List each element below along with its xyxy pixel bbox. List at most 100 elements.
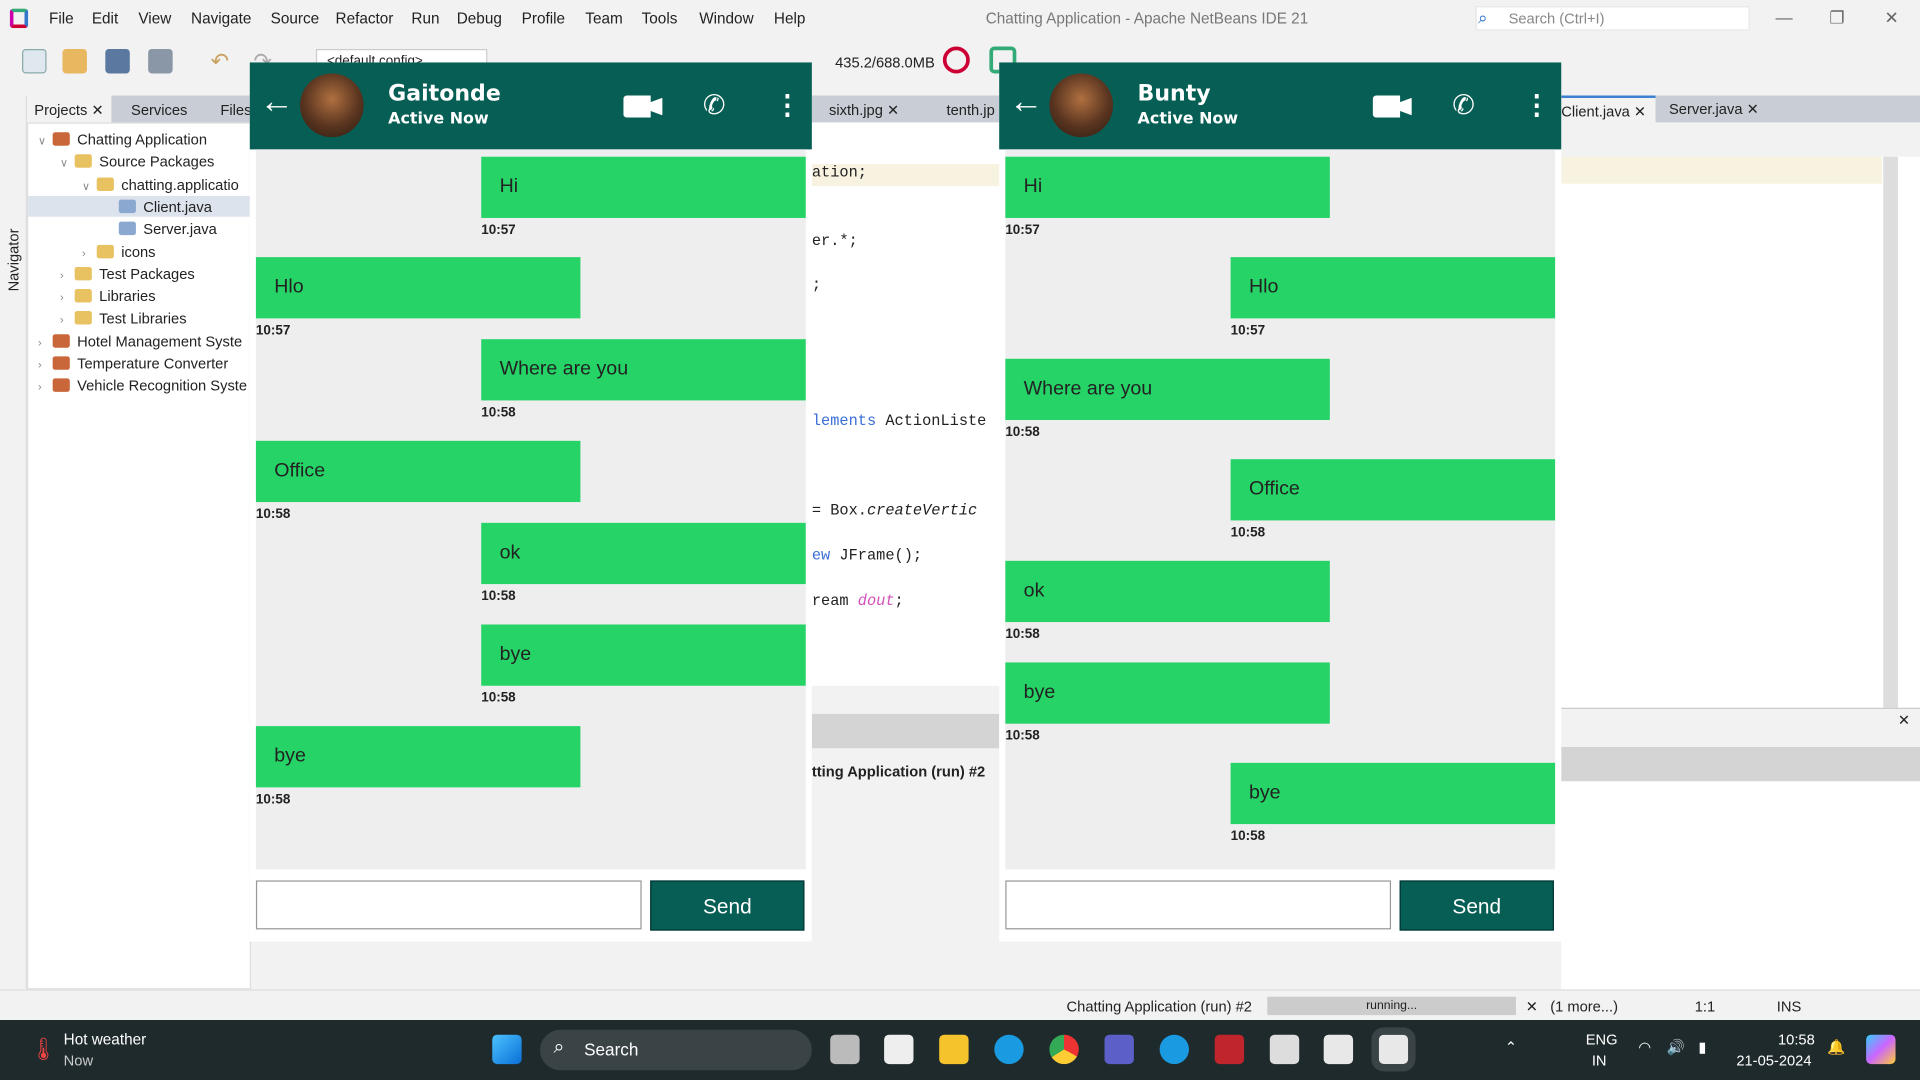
- volume-icon[interactable]: 🔊: [1667, 1038, 1685, 1055]
- lang-line1[interactable]: ENG: [1586, 1031, 1618, 1048]
- task-view-icon[interactable]: [830, 1034, 860, 1065]
- clock-time[interactable]: 10:58: [1778, 1031, 1815, 1048]
- restore-button[interactable]: ❐: [1829, 7, 1844, 28]
- profile-icon[interactable]: [942, 46, 970, 74]
- new-project-icon[interactable]: [62, 48, 87, 74]
- menu-help[interactable]: Help: [774, 10, 805, 27]
- java-icon[interactable]: [1323, 1034, 1354, 1065]
- tab-files[interactable]: Files: [220, 102, 251, 119]
- avatar[interactable]: [300, 73, 364, 138]
- tab-sixth-jpg[interactable]: sixth.jpg ✕: [829, 102, 899, 119]
- battery-icon[interactable]: ▮: [1698, 1038, 1706, 1055]
- notification-icon[interactable]: 🔔: [1827, 1038, 1845, 1055]
- memory-indicator[interactable]: 435.2/688.0MB: [835, 54, 935, 71]
- file-explorer-icon[interactable]: [939, 1034, 969, 1065]
- scrollbar[interactable]: [1883, 156, 1898, 745]
- chat-window: ← Gaitonde Active Now ✆ ⋮ Hi 10:57 Hlo 10:57 Wher…: [249, 62, 812, 942]
- store-icon[interactable]: [884, 1034, 914, 1065]
- copilot-icon[interactable]: [1866, 1034, 1896, 1065]
- tree-item[interactable]: › Libraries: [60, 288, 156, 305]
- navigator-tab[interactable]: Navigator: [5, 229, 22, 292]
- tab-projects[interactable]: Projects ✕: [26, 95, 112, 123]
- tree-item[interactable]: › Temperature Converter: [38, 355, 228, 372]
- tree-item[interactable]: Client.java: [104, 198, 212, 215]
- chevron-up-icon[interactable]: ⌃: [1505, 1038, 1517, 1055]
- search-input[interactable]: Search (Ctrl+I): [1475, 6, 1750, 31]
- message-input[interactable]: [255, 880, 642, 930]
- tree-item[interactable]: Server.java: [104, 221, 217, 238]
- tree-item[interactable]: › Vehicle Recognition Syste: [38, 378, 247, 395]
- tree-item[interactable]: ∨ Chatting Application: [38, 131, 207, 148]
- tree-item[interactable]: ∨ chatting.applicatio: [82, 176, 239, 193]
- menu-run[interactable]: Run: [411, 10, 439, 27]
- mcafee-icon[interactable]: [1214, 1034, 1245, 1065]
- running-task[interactable]: Chatting Application (run) #2: [1067, 998, 1252, 1015]
- tab-client-java[interactable]: Client.java ✕: [1561, 95, 1656, 123]
- video-call-icon[interactable]: [623, 95, 663, 118]
- send-button[interactable]: Send: [1399, 880, 1554, 931]
- close-button[interactable]: ✕: [1885, 7, 1899, 28]
- teams-icon[interactable]: [1104, 1034, 1134, 1065]
- expand-chevron-icon[interactable]: ›: [60, 269, 75, 281]
- send-button[interactable]: Send: [650, 880, 805, 931]
- new-file-icon[interactable]: [22, 48, 47, 74]
- java-icon-active[interactable]: [1371, 1027, 1416, 1072]
- phone-icon[interactable]: ✆: [1452, 89, 1475, 121]
- open-project-icon[interactable]: [105, 48, 130, 74]
- message-list[interactable]: Hi 10:57 Hlo 10:57 Where are you 10:58 Office 1…: [255, 149, 806, 870]
- expand-chevron-icon[interactable]: ∨: [60, 157, 75, 170]
- menu-navigate[interactable]: Navigate: [191, 10, 251, 27]
- avatar[interactable]: [1049, 73, 1114, 138]
- expand-chevron-icon[interactable]: ∨: [82, 180, 97, 193]
- back-arrow-icon[interactable]: ←: [1009, 82, 1043, 121]
- tree-item[interactable]: › Test Packages: [60, 265, 195, 282]
- tab-services[interactable]: Services: [131, 102, 187, 119]
- expand-chevron-icon[interactable]: ›: [60, 314, 75, 326]
- tree-item[interactable]: › Test Libraries: [60, 310, 187, 327]
- wifi-icon[interactable]: ◠: [1638, 1038, 1651, 1055]
- weather-title[interactable]: Hot weather: [64, 1031, 147, 1048]
- phone-icon[interactable]: ✆: [703, 89, 726, 121]
- save-all-icon[interactable]: [148, 48, 173, 74]
- edge-icon[interactable]: [994, 1034, 1024, 1065]
- tree-item[interactable]: › icons: [82, 243, 155, 260]
- expand-chevron-icon[interactable]: ›: [82, 247, 97, 259]
- menu-tools[interactable]: Tools: [642, 10, 678, 27]
- taskbar-search[interactable]: Search: [540, 1029, 812, 1071]
- menu-edit[interactable]: Edit: [92, 10, 118, 27]
- minimize-button[interactable]: —: [1776, 7, 1793, 27]
- tree-item[interactable]: › Hotel Management Syste: [38, 333, 242, 350]
- video-call-icon[interactable]: [1372, 95, 1412, 118]
- tab-server-java[interactable]: Server.java ✕: [1669, 100, 1759, 117]
- expand-chevron-icon[interactable]: ›: [38, 381, 53, 393]
- menu-view[interactable]: View: [138, 10, 171, 27]
- code-editor[interactable]: ation; er.*; ; lements ActionListe = Box…: [811, 122, 1000, 686]
- menu-window[interactable]: Window: [699, 10, 753, 27]
- chrome-icon[interactable]: [1049, 1034, 1079, 1065]
- expand-chevron-icon[interactable]: ›: [60, 292, 75, 304]
- menu-debug[interactable]: Debug: [457, 10, 502, 27]
- message-input[interactable]: [1005, 880, 1392, 930]
- more-options-icon[interactable]: ⋮: [1523, 89, 1550, 121]
- menu-file[interactable]: File: [49, 10, 74, 27]
- menu-source[interactable]: Source: [271, 10, 320, 27]
- menu-profile[interactable]: Profile: [522, 10, 565, 27]
- tree-item[interactable]: ∨ Source Packages: [60, 153, 214, 170]
- undo-icon[interactable]: ↶: [211, 49, 235, 73]
- output-tab[interactable]: tting Application (run) #2: [812, 763, 985, 780]
- cancel-task-icon[interactable]: ✕: [1526, 998, 1538, 1015]
- more-options-icon[interactable]: ⋮: [774, 89, 801, 121]
- menu-team[interactable]: Team: [585, 10, 622, 27]
- menu-refactor[interactable]: Refactor: [336, 10, 394, 27]
- expand-chevron-icon[interactable]: ∨: [38, 135, 53, 148]
- tab-tenth-jpg[interactable]: tenth.jp: [947, 102, 995, 119]
- more-tasks[interactable]: (1 more...): [1550, 998, 1618, 1015]
- message-list[interactable]: Hi 10:57 Hlo 10:57 Where are you 10:58 Office 1…: [1005, 149, 1556, 870]
- netbeans-icon[interactable]: [1269, 1034, 1300, 1065]
- expand-chevron-icon[interactable]: ›: [38, 359, 53, 371]
- expand-chevron-icon[interactable]: ›: [38, 336, 53, 348]
- help-icon[interactable]: [1159, 1034, 1189, 1065]
- back-arrow-icon[interactable]: ←: [260, 82, 294, 121]
- start-icon[interactable]: [492, 1034, 522, 1065]
- close-output-icon[interactable]: ✕: [1898, 711, 1910, 728]
